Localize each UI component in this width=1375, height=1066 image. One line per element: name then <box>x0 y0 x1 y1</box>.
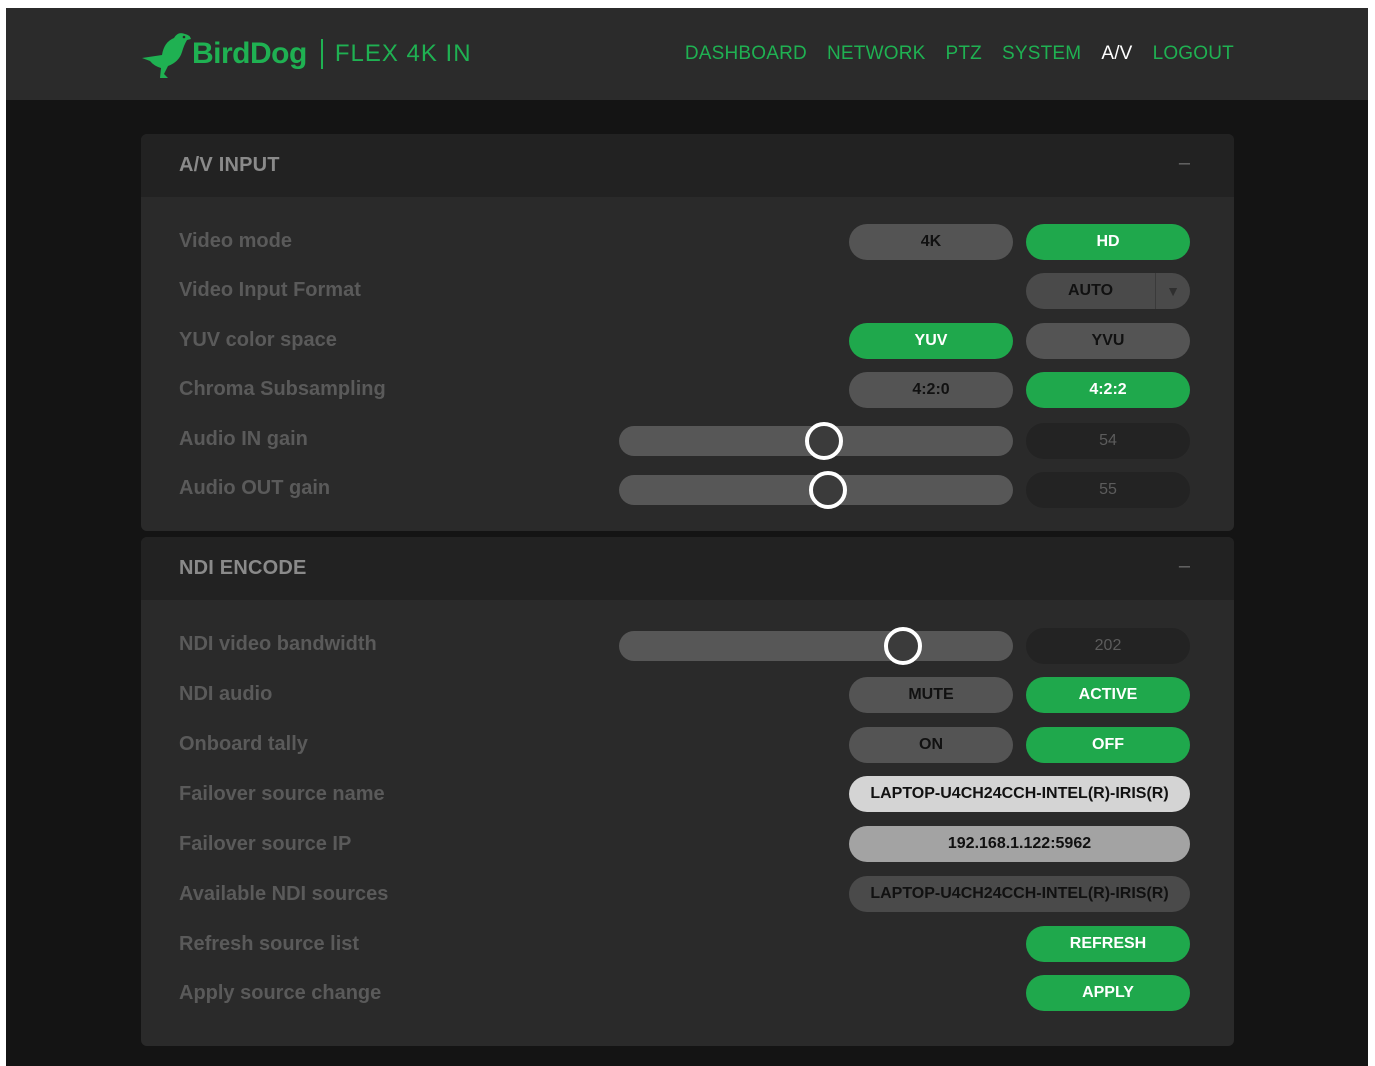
refresh-button[interactable]: REFRESH <box>1026 926 1190 962</box>
row-chroma-subsampling: Chroma Subsampling 4:2:0 4:2:2 <box>141 366 1234 416</box>
row-yuv-color-space: YUV color space YUV YVU <box>141 317 1234 367</box>
ndi-encode-panel: NDI ENCODE – NDI video bandwidth 202 NDI… <box>141 537 1234 1046</box>
slider-handle[interactable] <box>883 627 922 665</box>
audio-out-gain-value[interactable]: 55 <box>1026 472 1190 508</box>
row-ndi-video-bandwidth: NDI video bandwidth 202 <box>141 621 1234 671</box>
refresh-source-list-label: Refresh source list <box>179 933 360 955</box>
av-input-panel: A/V INPUT – Video mode 4K HD Video Input… <box>141 134 1234 531</box>
ndi-audio-mute-button[interactable]: MUTE <box>849 677 1013 713</box>
collapse-icon[interactable]: – <box>1179 152 1190 175</box>
ndi-video-bandwidth-slider[interactable] <box>619 627 1013 665</box>
chroma-420-button[interactable]: 4:2:0 <box>849 372 1013 408</box>
video-mode-hd-button[interactable]: HD <box>1026 224 1190 260</box>
onboard-tally-label: Onboard tally <box>179 733 308 755</box>
row-failover-source-name: Failover source name LAPTOP-U4CH24CCH-IN… <box>141 771 1234 821</box>
video-mode-label: Video mode <box>179 230 292 252</box>
row-video-input-format: Video Input Format AUTO ▼ <box>141 267 1234 317</box>
apply-source-change-label: Apply source change <box>179 982 382 1004</box>
panel-title: A/V INPUT <box>179 154 280 176</box>
ndi-video-bandwidth-label: NDI video bandwidth <box>179 633 377 655</box>
row-audio-in-gain: Audio IN gain 54 <box>141 416 1234 466</box>
slider-handle[interactable] <box>804 422 843 460</box>
logo-divider <box>320 39 323 69</box>
panel-title: NDI ENCODE <box>179 557 307 579</box>
yvu-button[interactable]: YVU <box>1026 323 1190 359</box>
failover-source-ip-field[interactable]: 192.168.1.122:5962 <box>849 826 1190 862</box>
failover-source-name-field[interactable]: LAPTOP-U4CH24CCH-INTEL(R)-IRIS(R) <box>849 776 1190 812</box>
logo[interactable]: BirdDog FLEX 4K IN <box>140 28 472 80</box>
audio-out-gain-label: Audio OUT gain <box>179 477 331 499</box>
top-bar: BirdDog FLEX 4K IN DASHBOARD NETWORK PTZ… <box>6 8 1368 100</box>
tally-off-button[interactable]: OFF <box>1026 727 1190 763</box>
yuv-color-space-label: YUV color space <box>179 329 337 351</box>
audio-out-gain-slider[interactable] <box>619 471 1013 509</box>
main-nav: DASHBOARD NETWORK PTZ SYSTEM A/V LOGOUT <box>685 8 1234 106</box>
app-frame: BirdDog FLEX 4K IN DASHBOARD NETWORK PTZ… <box>6 8 1368 1066</box>
row-failover-source-ip: Failover source IP 192.168.1.122:5962 <box>141 821 1234 871</box>
chevron-down-icon: ▼ <box>1155 273 1190 309</box>
bird-logo-icon <box>142 33 191 78</box>
failover-source-name-label: Failover source name <box>179 783 385 805</box>
available-ndi-sources-select[interactable]: LAPTOP-U4CH24CCH-INTEL(R)-IRIS(R) <box>849 876 1190 912</box>
audio-in-gain-slider[interactable] <box>619 422 1013 460</box>
row-available-ndi-sources: Available NDI sources LAPTOP-U4CH24CCH-I… <box>141 871 1234 921</box>
nav-network[interactable]: NETWORK <box>827 43 926 65</box>
apply-button[interactable]: APPLY <box>1026 975 1190 1011</box>
row-ndi-audio: NDI audio MUTE ACTIVE <box>141 671 1234 721</box>
nav-dashboard[interactable]: DASHBOARD <box>685 43 807 65</box>
av-input-header[interactable]: A/V INPUT – <box>141 134 1234 197</box>
slider-handle[interactable] <box>808 471 847 509</box>
failover-source-ip-label: Failover source IP <box>179 833 352 855</box>
available-ndi-sources-label: Available NDI sources <box>179 883 389 905</box>
row-refresh-source-list: Refresh source list REFRESH <box>141 921 1234 971</box>
product-name: FLEX 4K IN <box>334 40 472 67</box>
yuv-button[interactable]: YUV <box>849 323 1013 359</box>
tally-on-button[interactable]: ON <box>849 727 1013 763</box>
nav-av[interactable]: A/V <box>1101 43 1132 65</box>
nav-logout[interactable]: LOGOUT <box>1153 43 1234 65</box>
audio-in-gain-label: Audio IN gain <box>179 428 308 450</box>
ndi-audio-active-button[interactable]: ACTIVE <box>1026 677 1190 713</box>
ndi-audio-label: NDI audio <box>179 683 273 705</box>
ndi-encode-header[interactable]: NDI ENCODE – <box>141 537 1234 600</box>
row-audio-out-gain: Audio OUT gain 55 <box>141 465 1234 515</box>
brand-name: BirdDog <box>192 37 307 70</box>
select-value: AUTO <box>1068 282 1114 299</box>
chroma-422-button[interactable]: 4:2:2 <box>1026 372 1190 408</box>
row-apply-source-change: Apply source change APPLY <box>141 970 1234 1020</box>
audio-in-gain-value[interactable]: 54 <box>1026 423 1190 459</box>
video-input-format-label: Video Input Format <box>179 279 361 301</box>
nav-ptz[interactable]: PTZ <box>946 43 983 65</box>
chroma-subsampling-label: Chroma Subsampling <box>179 378 386 400</box>
video-mode-4k-button[interactable]: 4K <box>849 224 1013 260</box>
row-onboard-tally: Onboard tally ON OFF <box>141 721 1234 771</box>
video-input-format-select[interactable]: AUTO ▼ <box>1026 273 1190 309</box>
nav-system[interactable]: SYSTEM <box>1002 43 1081 65</box>
collapse-icon[interactable]: – <box>1179 555 1190 578</box>
ndi-video-bandwidth-value[interactable]: 202 <box>1026 628 1190 664</box>
row-video-mode: Video mode 4K HD <box>141 218 1234 268</box>
